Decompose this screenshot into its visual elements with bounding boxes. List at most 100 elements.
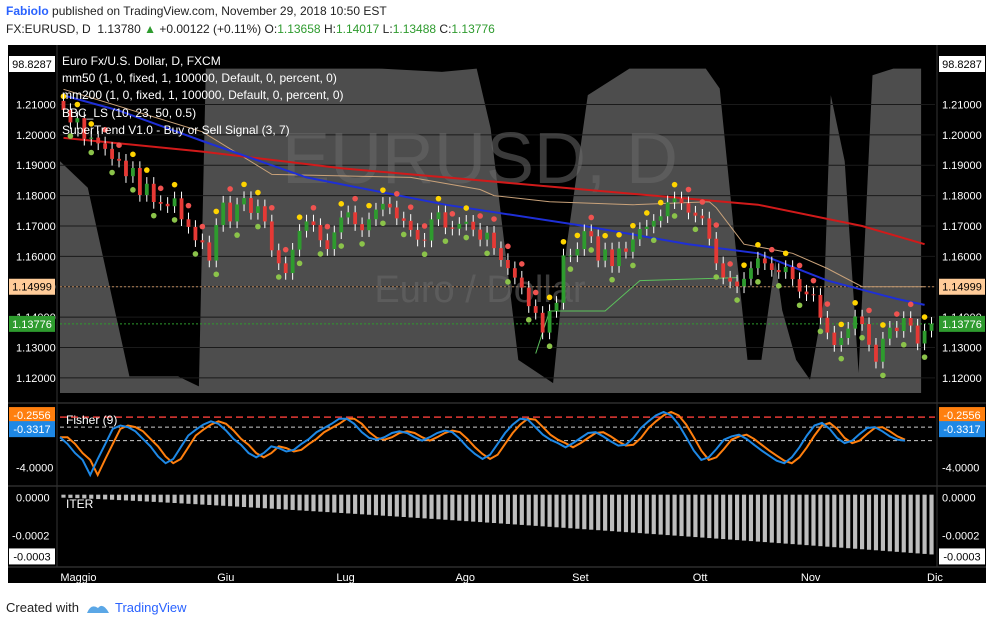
signal-dot-above — [241, 181, 247, 188]
y-tick-left: 1.16000 — [16, 251, 56, 263]
signal-dot-above — [352, 195, 358, 202]
signal-dot-above — [685, 186, 692, 193]
signal-dot-below — [359, 241, 365, 247]
signal-dot-above — [782, 250, 789, 257]
iter-bar — [144, 494, 149, 502]
signal-dot-above — [741, 262, 747, 268]
fisher-badge-2-left: -0.3317 — [13, 424, 50, 436]
iter-bar — [610, 494, 615, 532]
iter-bar — [721, 494, 726, 540]
iter-bar — [790, 494, 795, 545]
iter-bar — [401, 494, 406, 518]
iter-bar — [228, 494, 233, 507]
signal-dot-below — [255, 223, 261, 230]
candle-up — [846, 328, 851, 339]
signal-dot-below — [755, 279, 761, 285]
iter-bar — [172, 494, 177, 504]
candle-up — [332, 232, 337, 250]
signal-dot-below — [734, 297, 740, 303]
fisher-tick-right: -4.0000 — [942, 462, 979, 474]
signal-dot-below — [609, 276, 615, 283]
y-tick-right: 1.18000 — [942, 191, 982, 203]
legend-mm50: mm50 (1, 0, fixed, 1, 100000, Default, 0… — [62, 71, 337, 85]
iter-bar — [908, 494, 913, 553]
candle-down — [165, 203, 170, 207]
signal-dot-below — [150, 212, 157, 219]
candle-up — [221, 202, 226, 226]
signal-dot-above — [810, 277, 817, 284]
iter-badge-left: -0.0003 — [13, 551, 50, 563]
candle-down — [394, 207, 399, 219]
signal-dot-below — [838, 355, 845, 362]
iter-bar — [825, 494, 830, 547]
signal-dot-above — [255, 189, 261, 196]
iter-tick-left: -0.0002 — [12, 531, 49, 543]
candle-down — [249, 198, 253, 213]
signal-dot-above — [532, 289, 539, 296]
c-value: 1.13776 — [451, 22, 495, 36]
candle-up — [617, 248, 621, 267]
iter-bar — [735, 494, 740, 541]
iter-bar — [686, 494, 691, 537]
candle-up — [658, 216, 663, 221]
signal-dot-below — [234, 232, 240, 238]
candle-down — [519, 277, 524, 288]
candle-down — [818, 294, 823, 318]
iter-bar — [151, 494, 156, 502]
tradingview-link[interactable]: TradingView — [85, 600, 187, 615]
candle-up — [290, 249, 295, 274]
iter-bar — [346, 494, 351, 514]
candle-down — [867, 324, 871, 345]
c-label: C: — [439, 22, 452, 36]
iter-bar — [165, 494, 170, 503]
signal-dot-above — [824, 301, 831, 307]
signal-dot-above — [269, 204, 275, 211]
candle-down — [540, 312, 545, 333]
iter-bar — [853, 494, 858, 549]
signal-dot-above — [144, 167, 150, 173]
candle-down — [492, 232, 496, 249]
iter-bar — [103, 494, 108, 500]
candle-up — [742, 278, 746, 287]
candle-up — [749, 268, 753, 279]
signal-dot-above — [866, 307, 872, 314]
signal-dot-above — [171, 181, 178, 188]
signal-dot-below — [859, 334, 865, 341]
iter-bar — [623, 494, 629, 533]
signal-dot-below — [817, 328, 824, 335]
candle-down — [478, 229, 483, 240]
signal-dot-below — [109, 169, 115, 176]
signal-dot-below — [296, 260, 303, 267]
candle-up — [304, 221, 309, 231]
iter-bar — [360, 494, 365, 515]
iter-bar — [547, 494, 552, 527]
candle-down — [228, 202, 233, 222]
iter-bar — [714, 494, 719, 539]
signal-dot-above — [116, 142, 122, 149]
candle-down — [325, 240, 330, 250]
y-tick-right: 1.17000 — [942, 221, 982, 233]
iter-bar — [637, 494, 642, 534]
candle-down — [533, 306, 538, 313]
candle-up — [297, 230, 302, 250]
candle-down — [860, 316, 864, 325]
signal-dot-below — [525, 317, 532, 323]
candle-down — [103, 143, 108, 149]
iter-bar — [672, 494, 677, 536]
chart-area[interactable]: EURUSD, D Euro / Dollar 1.21000 1.21000 1.… — [0, 40, 994, 590]
candle-down — [790, 266, 795, 280]
y-tick-left: 1.12000 — [16, 373, 56, 385]
candle-up — [214, 225, 219, 261]
candle-down — [714, 238, 719, 264]
candle-up — [839, 338, 844, 346]
iter-bar — [485, 494, 490, 523]
author-link[interactable]: Fabiolo — [6, 4, 49, 18]
candle-up — [256, 206, 260, 213]
footer: Created with TradingView — [6, 600, 187, 615]
iter-bar — [394, 494, 399, 517]
iter-bar — [262, 494, 267, 509]
candle-up — [547, 311, 552, 333]
x-tick-label: Lug — [336, 572, 354, 584]
iter-bar — [533, 494, 538, 526]
signal-dot-below — [630, 262, 636, 269]
